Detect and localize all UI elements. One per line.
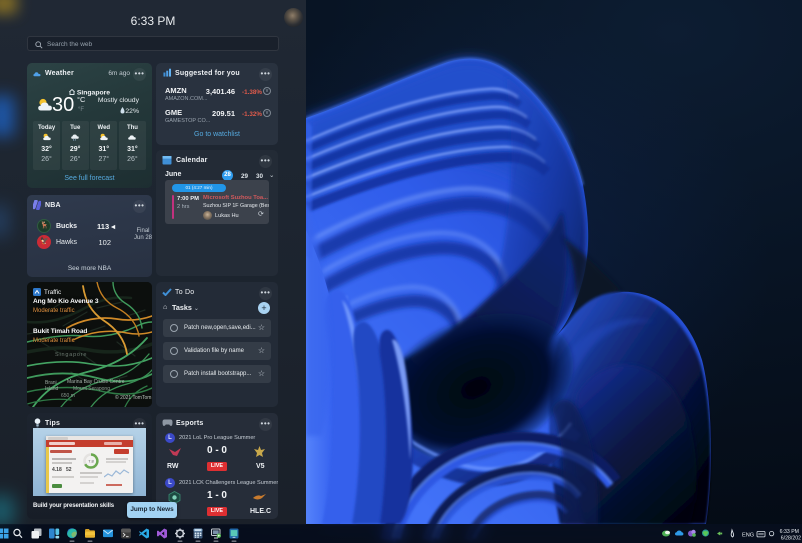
svg-text:6/28/202: 6/28/202 bbox=[781, 536, 801, 542]
svg-text:6:33 PM: 6:33 PM bbox=[780, 529, 799, 535]
svg-text:7.8: 7.8 bbox=[88, 459, 94, 464]
svg-text:ENG: ENG bbox=[742, 533, 754, 539]
